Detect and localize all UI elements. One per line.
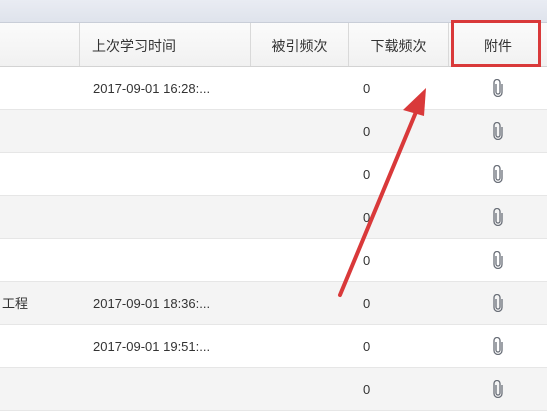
row-title	[2, 368, 77, 411]
paperclip-icon[interactable]	[492, 79, 503, 98]
row-download-count: 0	[363, 339, 371, 354]
row-attachment[interactable]	[448, 153, 547, 196]
table-row[interactable]: 2017-09-01 19:51:... 0	[0, 325, 547, 368]
column-header-download-count[interactable]: 下载频次	[348, 23, 448, 66]
table-row[interactable]: 0	[0, 239, 547, 282]
row-title	[2, 325, 77, 368]
row-download-count: 0	[363, 382, 371, 397]
paperclip-icon[interactable]	[492, 380, 503, 399]
table-row[interactable]: 0	[0, 153, 547, 196]
column-header-last-study-time[interactable]: 上次学习时间	[79, 23, 250, 66]
paperclip-icon[interactable]	[492, 251, 503, 270]
row-attachment[interactable]	[448, 110, 547, 153]
row-last-study-time: 2017-09-01 16:28:...	[93, 81, 211, 96]
row-title	[2, 67, 77, 110]
row-last-study-time	[93, 368, 243, 411]
row-attachment[interactable]	[448, 282, 547, 325]
column-header-cited-count[interactable]: 被引频次	[250, 23, 348, 66]
paperclip-icon[interactable]	[492, 122, 503, 141]
row-title: 工程	[2, 296, 29, 311]
row-download-count: 0	[363, 124, 371, 139]
paperclip-icon[interactable]	[492, 165, 503, 184]
row-last-study-time	[93, 153, 243, 196]
row-attachment[interactable]	[448, 239, 547, 282]
row-last-study-time: 2017-09-01 19:51:...	[93, 339, 211, 354]
row-title	[2, 196, 77, 239]
row-title	[2, 153, 77, 196]
paperclip-icon[interactable]	[492, 337, 503, 356]
table-row[interactable]: 工程 2017-09-01 18:36:... 0	[0, 282, 547, 325]
paperclip-icon[interactable]	[492, 294, 503, 313]
row-attachment[interactable]	[448, 67, 547, 110]
row-attachment[interactable]	[448, 325, 547, 368]
row-attachment[interactable]	[448, 368, 547, 411]
table-row[interactable]: 0	[0, 110, 547, 153]
attachment-column-highlight-box	[451, 20, 541, 67]
table-row[interactable]: 0	[0, 368, 547, 411]
row-download-count: 0	[363, 210, 371, 225]
row-download-count: 0	[363, 253, 371, 268]
table-row[interactable]: 0	[0, 196, 547, 239]
row-attachment[interactable]	[448, 196, 547, 239]
row-last-study-time	[93, 239, 243, 282]
row-last-study-time	[93, 110, 243, 153]
row-last-study-time	[93, 196, 243, 239]
row-title	[2, 239, 77, 282]
row-download-count: 0	[363, 296, 371, 311]
row-download-count: 0	[363, 81, 371, 96]
row-title	[2, 110, 77, 153]
table-row[interactable]: 2017-09-01 16:28:... 0	[0, 67, 547, 110]
row-last-study-time: 2017-09-01 18:36:...	[93, 296, 211, 311]
row-download-count: 0	[363, 167, 371, 182]
paperclip-icon[interactable]	[492, 208, 503, 227]
